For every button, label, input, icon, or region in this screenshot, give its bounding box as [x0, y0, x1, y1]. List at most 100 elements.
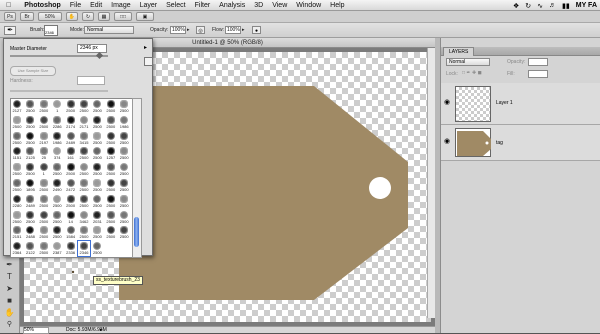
brush-tool-icon[interactable]: ✒ [4, 26, 16, 35]
brush-preset[interactable]: 3415 [78, 131, 90, 146]
brush-preset[interactable]: 2500 [78, 146, 90, 161]
brush-preset[interactable]: 2500 [24, 115, 36, 130]
vertical-scrollbar[interactable] [427, 48, 435, 318]
brush-preset[interactable]: 2500 [78, 194, 90, 209]
zoom-tool-icon[interactable]: ⚲ [3, 320, 16, 331]
arrange-documents-icon[interactable]: □□ [114, 12, 132, 21]
brush-preset[interactable]: 2500 [65, 162, 77, 177]
brush-preset[interactable]: 2500 [24, 210, 36, 225]
brush-preset[interactable]: 2500 [91, 162, 103, 177]
brush-preset[interactable]: 2500 [11, 131, 23, 146]
brush-grid-scrollbar[interactable] [132, 98, 142, 258]
brush-preset[interactable]: 2500 [105, 194, 117, 209]
tab-layers[interactable]: LAYERS [443, 47, 475, 56]
brush-preset[interactable]: 2500 [105, 162, 117, 177]
menu-layer[interactable]: Layer [140, 0, 158, 11]
brush-preset[interactable]: 25 [38, 146, 50, 161]
brush-preset[interactable]: 2500 [11, 162, 23, 177]
brush-preset[interactable]: 2127 [11, 99, 23, 114]
hardness-field[interactable] [77, 76, 105, 85]
brush-preset[interactable]: 2364 [11, 241, 23, 256]
brush-preset[interactable]: 14 [65, 210, 77, 225]
brush-preset[interactable]: 2346 [77, 240, 91, 257]
brush-preset[interactable]: 2500 [118, 131, 130, 146]
app-menu[interactable]: Photoshop [24, 0, 61, 11]
brush-preset[interactable]: 1584 [65, 225, 77, 240]
brush-preset[interactable]: 2500 [118, 162, 130, 177]
brush-preset[interactable]: 2500 [51, 194, 63, 209]
brush-preset[interactable]: 2500 [91, 99, 103, 114]
brush-preset[interactable]: 2500 [118, 210, 130, 225]
brush-preset[interactable]: 2489 [65, 131, 77, 146]
menu-view[interactable]: View [272, 0, 287, 11]
brush-preset[interactable]: 2500 [38, 225, 50, 240]
flow-field[interactable]: 100% [225, 26, 241, 34]
diameter-slider-thumb[interactable] [95, 51, 104, 60]
brush-preset[interactable]: 2286 [51, 115, 63, 130]
menu-filter[interactable]: Filter [195, 0, 211, 11]
brush-preset[interactable]: 2336 [65, 241, 77, 256]
menu-file[interactable]: File [70, 0, 81, 11]
bluetooth-icon[interactable]: ❖ [513, 2, 519, 10]
menu-analysis[interactable]: Analysis [219, 0, 245, 11]
opacity-arrow-icon[interactable]: ▸ [187, 27, 190, 33]
brush-preset[interactable]: 1895 [24, 178, 36, 193]
brush-preset[interactable]: 2490 [51, 178, 63, 193]
apple-menu-icon[interactable]:  [6, 0, 11, 11]
layer-name[interactable]: Layer 1 [496, 100, 513, 106]
fill-field[interactable] [528, 70, 548, 78]
brush-preset[interactable]: 2500 [24, 131, 36, 146]
brush-preset[interactable]: 2500 [105, 178, 117, 193]
brush-preset[interactable]: 3462 [78, 210, 90, 225]
panel-menu-icon[interactable]: ▸ [144, 44, 147, 51]
brush-preset[interactable]: 2500 [51, 210, 63, 225]
brush-preset[interactable]: 1986 [51, 131, 63, 146]
sync-icon[interactable]: ↻ [525, 2, 531, 10]
brush-preset[interactable]: 2500 [78, 162, 90, 177]
brush-preset[interactable]: 2500 [105, 99, 117, 114]
brush-preset[interactable]: 2500 [91, 178, 103, 193]
layer-opacity-field[interactable] [528, 58, 548, 66]
menu-select[interactable]: Select [166, 0, 185, 11]
brush-preset[interactable]: 2125 [24, 146, 36, 161]
brush-preset[interactable]: 2500 [91, 241, 103, 256]
brush-preset[interactable]: 1986 [118, 115, 130, 130]
brush-preset[interactable]: 2500 [91, 194, 103, 209]
brush-preset[interactable]: 2500 [38, 194, 50, 209]
brush-preset[interactable]: 2387 [51, 241, 63, 256]
visibility-eye-icon[interactable]: ◉ [444, 98, 450, 106]
brush-preset[interactable]: 1 [51, 99, 63, 114]
layer-blend-mode-dropdown[interactable]: Normal [446, 58, 490, 66]
brush-preset[interactable]: 2500 [91, 146, 103, 161]
new-preset-icon[interactable] [144, 57, 153, 66]
brush-preset[interactable]: 2500 [11, 115, 23, 130]
opacity-field[interactable]: 100% [170, 26, 186, 34]
brush-preset[interactable]: 374 [51, 146, 63, 161]
brush-preset[interactable]: 2122 [24, 241, 36, 256]
user-menu[interactable]: MY FA [576, 2, 597, 9]
brush-preset[interactable]: 1257 [105, 146, 117, 161]
airbrush-pressure-icon[interactable]: ◎ [196, 26, 205, 34]
brush-preset[interactable]: 2174 [65, 115, 77, 130]
brush-preset[interactable]: 2500 [78, 99, 90, 114]
brush-preset[interactable]: 2500 [78, 225, 90, 240]
menu-image[interactable]: Image [111, 0, 130, 11]
brush-preset[interactable]: 2500 [38, 241, 50, 256]
hardness-slider-track[interactable] [10, 90, 108, 92]
brush-preset[interactable]: 2500 [11, 178, 23, 193]
brush-preset[interactable]: 2500 [118, 225, 130, 240]
brush-preset[interactable]: 2500 [24, 162, 36, 177]
mode-dropdown[interactable]: Normal [84, 26, 134, 34]
master-diameter-field[interactable]: 2346 px [77, 44, 107, 53]
menu-3d[interactable]: 3D [254, 0, 263, 11]
menu-window[interactable]: Window [296, 0, 321, 11]
hand-tool-icon[interactable]: ✋ [3, 308, 16, 319]
visibility-eye-icon[interactable]: ◉ [444, 137, 450, 145]
brush-preset[interactable]: 2500 [105, 210, 117, 225]
brush-preset[interactable]: 2500 [118, 146, 130, 161]
brush-preset[interactable]: 2500 [91, 225, 103, 240]
brush-preset[interactable]: 2500 [51, 225, 63, 240]
brush-preset[interactable]: 2500 [105, 131, 117, 146]
screen-mode-icon[interactable]: ▣ [136, 12, 154, 21]
zoom-dropdown[interactable]: 50% [38, 12, 62, 21]
